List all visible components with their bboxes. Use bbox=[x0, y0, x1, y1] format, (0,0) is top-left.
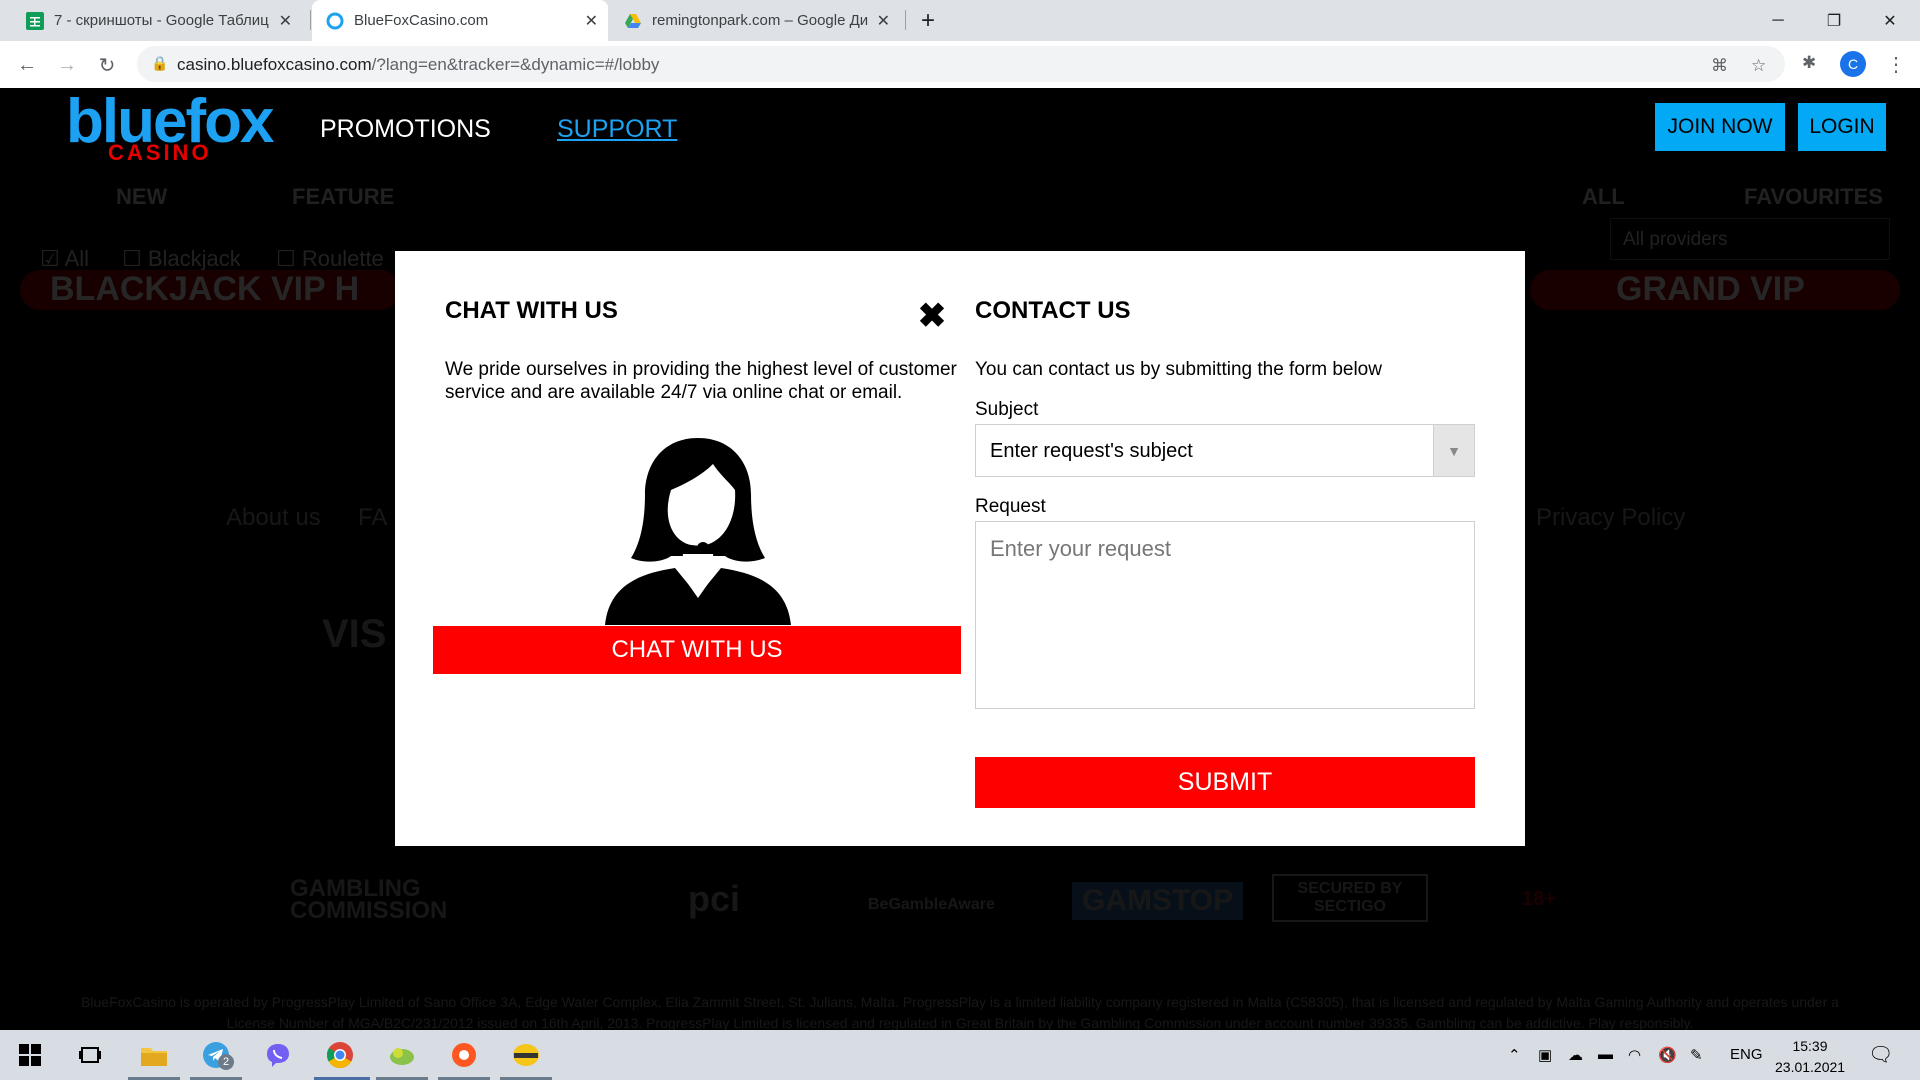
onedrive-icon[interactable]: ☁ bbox=[1568, 1046, 1583, 1064]
legal-disclaimer: BlueFoxCasino is operated by ProgressPla… bbox=[81, 994, 1839, 1030]
file-explorer-icon[interactable] bbox=[138, 1040, 170, 1070]
chrome-icon[interactable] bbox=[324, 1040, 356, 1070]
translate-icon[interactable]: ⌘ bbox=[1711, 56, 1728, 76]
url-text[interactable]: casino.bluefoxcasino.com/?lang=en&tracke… bbox=[177, 55, 659, 75]
tab-separator bbox=[310, 10, 311, 30]
chat-heading: CHAT WITH US bbox=[445, 297, 618, 324]
request-label: Request bbox=[975, 496, 1046, 517]
wifi-icon[interactable]: ◠ bbox=[1628, 1046, 1641, 1064]
profile-avatar[interactable]: C bbox=[1840, 51, 1866, 77]
subject-value: Enter request's subject bbox=[990, 440, 1193, 462]
browser-tab-strip: 7 - скриншоты - Google Таблиц ✕ BlueFoxC… bbox=[0, 0, 1920, 41]
language-indicator[interactable]: ENG bbox=[1730, 1046, 1763, 1063]
support-modal: CHAT WITH US ✖ We pride ourselves in pro… bbox=[395, 251, 1525, 846]
windows-start-icon[interactable] bbox=[14, 1040, 46, 1070]
clock-time: 15:39 bbox=[1792, 1038, 1828, 1054]
support-agent-icon bbox=[605, 436, 791, 625]
category-new: NEW bbox=[116, 184, 168, 209]
category-all: ALL bbox=[1582, 184, 1625, 209]
filter-all: ☑ All bbox=[40, 246, 90, 271]
footer-logo: GAMSTOP bbox=[1072, 882, 1244, 920]
chat-description: We pride ourselves in providing the high… bbox=[445, 359, 957, 403]
tab-drive[interactable]: remingtonpark.com – Google Ди ✕ bbox=[610, 0, 900, 41]
footer-link: Privacy Policy bbox=[1536, 504, 1686, 531]
reload-icon[interactable]: ↻ bbox=[94, 52, 120, 78]
category-featured: FEATURE bbox=[292, 184, 395, 209]
close-modal-icon[interactable]: ✖ bbox=[917, 299, 947, 333]
footer-logo: BeGambleAware bbox=[868, 896, 995, 913]
footer-link: About us bbox=[226, 504, 321, 531]
clock-date: 23.01.2021 bbox=[1775, 1059, 1846, 1075]
telegram-badge: 2 bbox=[218, 1054, 234, 1070]
bookmark-star-icon[interactable]: ☆ bbox=[1751, 56, 1766, 76]
tab-title: remingtonpark.com – Google Ди bbox=[652, 12, 869, 29]
app-icon[interactable] bbox=[510, 1040, 542, 1070]
viber-icon[interactable] bbox=[262, 1040, 294, 1070]
tab-close-icon[interactable]: ✕ bbox=[877, 11, 890, 31]
minimize-icon[interactable]: ─ bbox=[1750, 0, 1806, 41]
game-banner: GRAND VIP bbox=[1530, 270, 1900, 310]
forward-icon[interactable]: → bbox=[54, 52, 80, 78]
restore-icon[interactable]: ❐ bbox=[1806, 0, 1862, 41]
tray-chevron-icon[interactable]: ⌃ bbox=[1508, 1046, 1521, 1064]
footer-logo: pci bbox=[688, 878, 741, 919]
tray-device-icon[interactable]: ▣ bbox=[1538, 1046, 1552, 1064]
tab-separator bbox=[905, 10, 906, 30]
bluefox-icon bbox=[326, 12, 344, 30]
site-header: bluefox CASINO PROMOTIONS SUPPORT JOIN N… bbox=[0, 88, 1920, 166]
extensions-icon[interactable]: ✱ bbox=[1802, 53, 1816, 73]
browser-toolbar: ← → ↻ 🔒 casino.bluefoxcasino.com/?lang=e… bbox=[0, 41, 1920, 89]
back-icon[interactable]: ← bbox=[14, 52, 40, 78]
game-banner: BLACKJACK VIP H bbox=[20, 270, 400, 310]
subject-select[interactable]: Enter request's subject ▼ bbox=[975, 424, 1475, 477]
join-now-button[interactable]: JOIN NOW bbox=[1655, 103, 1785, 151]
login-button[interactable]: LOGIN bbox=[1798, 103, 1886, 151]
tab-close-icon[interactable]: ✕ bbox=[585, 11, 598, 31]
drive-icon bbox=[624, 12, 642, 30]
filter-blackjack: ☐ Blackjack bbox=[122, 246, 241, 271]
contact-intro: You can contact us by submitting the for… bbox=[975, 359, 1382, 380]
tab-close-icon[interactable]: ✕ bbox=[279, 11, 292, 31]
footer-link: FA bbox=[358, 504, 388, 531]
app-icon[interactable] bbox=[386, 1040, 418, 1070]
battery-icon[interactable]: ▬ bbox=[1598, 1046, 1613, 1063]
chevron-down-icon[interactable]: ▼ bbox=[1433, 425, 1474, 476]
tab-bluefox[interactable]: BlueFoxCasino.com ✕ bbox=[312, 0, 608, 41]
nav-support[interactable]: SUPPORT bbox=[557, 115, 677, 144]
category-favourites: FAVOURITES bbox=[1744, 184, 1883, 209]
clock[interactable]: 15:39 23.01.2021 bbox=[1775, 1036, 1845, 1078]
payment-logo: VIS bbox=[322, 612, 387, 656]
pen-icon[interactable]: ✎ bbox=[1690, 1046, 1703, 1064]
submit-button[interactable]: SUBMIT bbox=[975, 757, 1475, 808]
close-window-icon[interactable]: ✕ bbox=[1862, 0, 1918, 41]
chat-with-us-button[interactable]: CHAT WITH US bbox=[433, 626, 961, 674]
task-view-icon[interactable] bbox=[74, 1040, 106, 1070]
windows-taskbar: 2 ⌃ ▣ ☁ ▬ ◠ 🔇 ✎ ENG 15:39 23.01.2021 🗨 bbox=[0, 1030, 1920, 1080]
filter-roulette: ☐ Roulette bbox=[276, 246, 384, 271]
tab-title: 7 - скриншоты - Google Таблиц bbox=[54, 12, 269, 29]
tab-title: BlueFoxCasino.com bbox=[354, 12, 489, 29]
contact-heading: CONTACT US bbox=[975, 297, 1131, 324]
subject-label: Subject bbox=[975, 399, 1039, 420]
casino-page: bluefox CASINO PROMOTIONS SUPPORT JOIN N… bbox=[0, 88, 1920, 1030]
menu-kebab-icon[interactable]: ⋮ bbox=[1886, 52, 1906, 77]
lock-icon[interactable]: 🔒 bbox=[151, 55, 168, 72]
address-bar[interactable]: 🔒 casino.bluefoxcasino.com/?lang=en&trac… bbox=[137, 46, 1785, 82]
volume-muted-icon[interactable]: 🔇 bbox=[1658, 1046, 1677, 1064]
footer-logo: 18+ bbox=[1522, 888, 1556, 910]
footer-logo: GAMBLING COMMISSION bbox=[290, 875, 448, 924]
notifications-icon[interactable]: 🗨 bbox=[1868, 1042, 1893, 1067]
app-icon[interactable] bbox=[448, 1040, 480, 1070]
providers-select: All providers bbox=[1610, 218, 1890, 260]
nav-promotions[interactable]: PROMOTIONS bbox=[320, 115, 491, 144]
tab-sheets[interactable]: 7 - скриншоты - Google Таблиц ✕ bbox=[12, 0, 302, 41]
new-tab-icon[interactable]: + bbox=[908, 0, 948, 41]
request-textarea[interactable] bbox=[975, 521, 1475, 709]
sheets-icon bbox=[26, 11, 44, 30]
footer-logo: SECURED BY SECTIGO bbox=[1272, 874, 1428, 922]
telegram-icon[interactable]: 2 bbox=[200, 1040, 234, 1070]
